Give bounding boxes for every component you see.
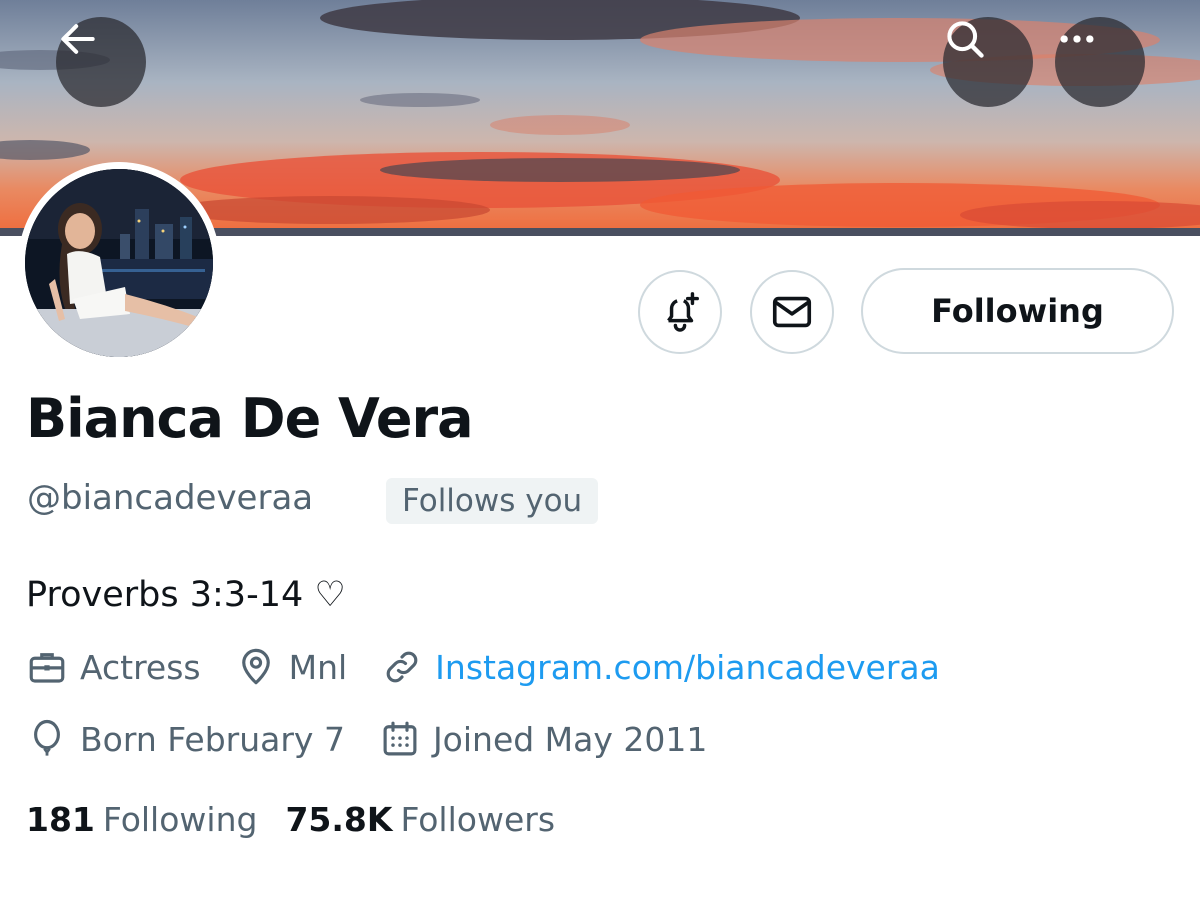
- location-item: Mnl: [235, 646, 348, 688]
- search-button[interactable]: [943, 17, 1033, 107]
- website-link[interactable]: Instagram.com/biancadeveraa: [435, 648, 940, 687]
- more-options-button[interactable]: [1055, 17, 1145, 107]
- profile-meta-row-2: Born February 7 Joined May 2011: [26, 718, 741, 760]
- calendar-icon: [383, 721, 417, 756]
- display-name: Bianca De Vera: [26, 387, 474, 450]
- follows-you-badge: Follows you: [386, 478, 599, 524]
- more-horizontal-icon: [1060, 35, 1094, 43]
- back-button[interactable]: [56, 17, 146, 107]
- profile-meta-row-1: Actress Mnl Instagram.com/biancadeveraa: [26, 646, 974, 688]
- bell-plus-icon: [667, 292, 699, 332]
- avatar-image: [25, 169, 213, 357]
- profile-page: Following Bianca De Vera @biancadeveraa …: [0, 0, 1200, 897]
- following-stat[interactable]: 181 Following: [26, 800, 257, 839]
- followers-stat[interactable]: 75.8K Followers: [285, 800, 555, 839]
- profession-item: Actress: [26, 646, 201, 688]
- balloon-icon: [34, 719, 60, 756]
- search-icon: [947, 21, 984, 58]
- follow-stats: 181 Following 75.8K Followers: [26, 800, 583, 839]
- profile-bio: Proverbs 3:3-14 ♡: [26, 575, 346, 615]
- following-stat-label: Following: [102, 800, 258, 839]
- joined-item: Joined May 2011: [379, 718, 707, 760]
- birthday-item: Born February 7: [26, 718, 345, 760]
- message-button[interactable]: [750, 270, 834, 354]
- avatar[interactable]: [18, 162, 220, 364]
- profession-text: Actress: [80, 647, 201, 687]
- arrow-left-icon: [61, 24, 95, 54]
- birthday-text: Born February 7: [80, 719, 345, 759]
- website-item[interactable]: Instagram.com/biancadeveraa: [381, 646, 940, 688]
- joined-text: Joined May 2011: [432, 719, 708, 759]
- followers-stat-label: Followers: [400, 800, 556, 839]
- following-button[interactable]: Following: [861, 268, 1174, 354]
- briefcase-icon: [29, 653, 65, 683]
- location-pin-icon: [241, 648, 270, 685]
- link-icon: [386, 651, 418, 683]
- envelope-icon: [772, 296, 812, 328]
- notify-button[interactable]: [638, 270, 722, 354]
- avatar-photo: [25, 169, 213, 357]
- following-count: 181: [26, 800, 95, 839]
- user-handle: @biancadeveraa: [27, 478, 314, 518]
- location-text: Mnl: [288, 647, 348, 687]
- followers-count: 75.8K: [285, 800, 393, 839]
